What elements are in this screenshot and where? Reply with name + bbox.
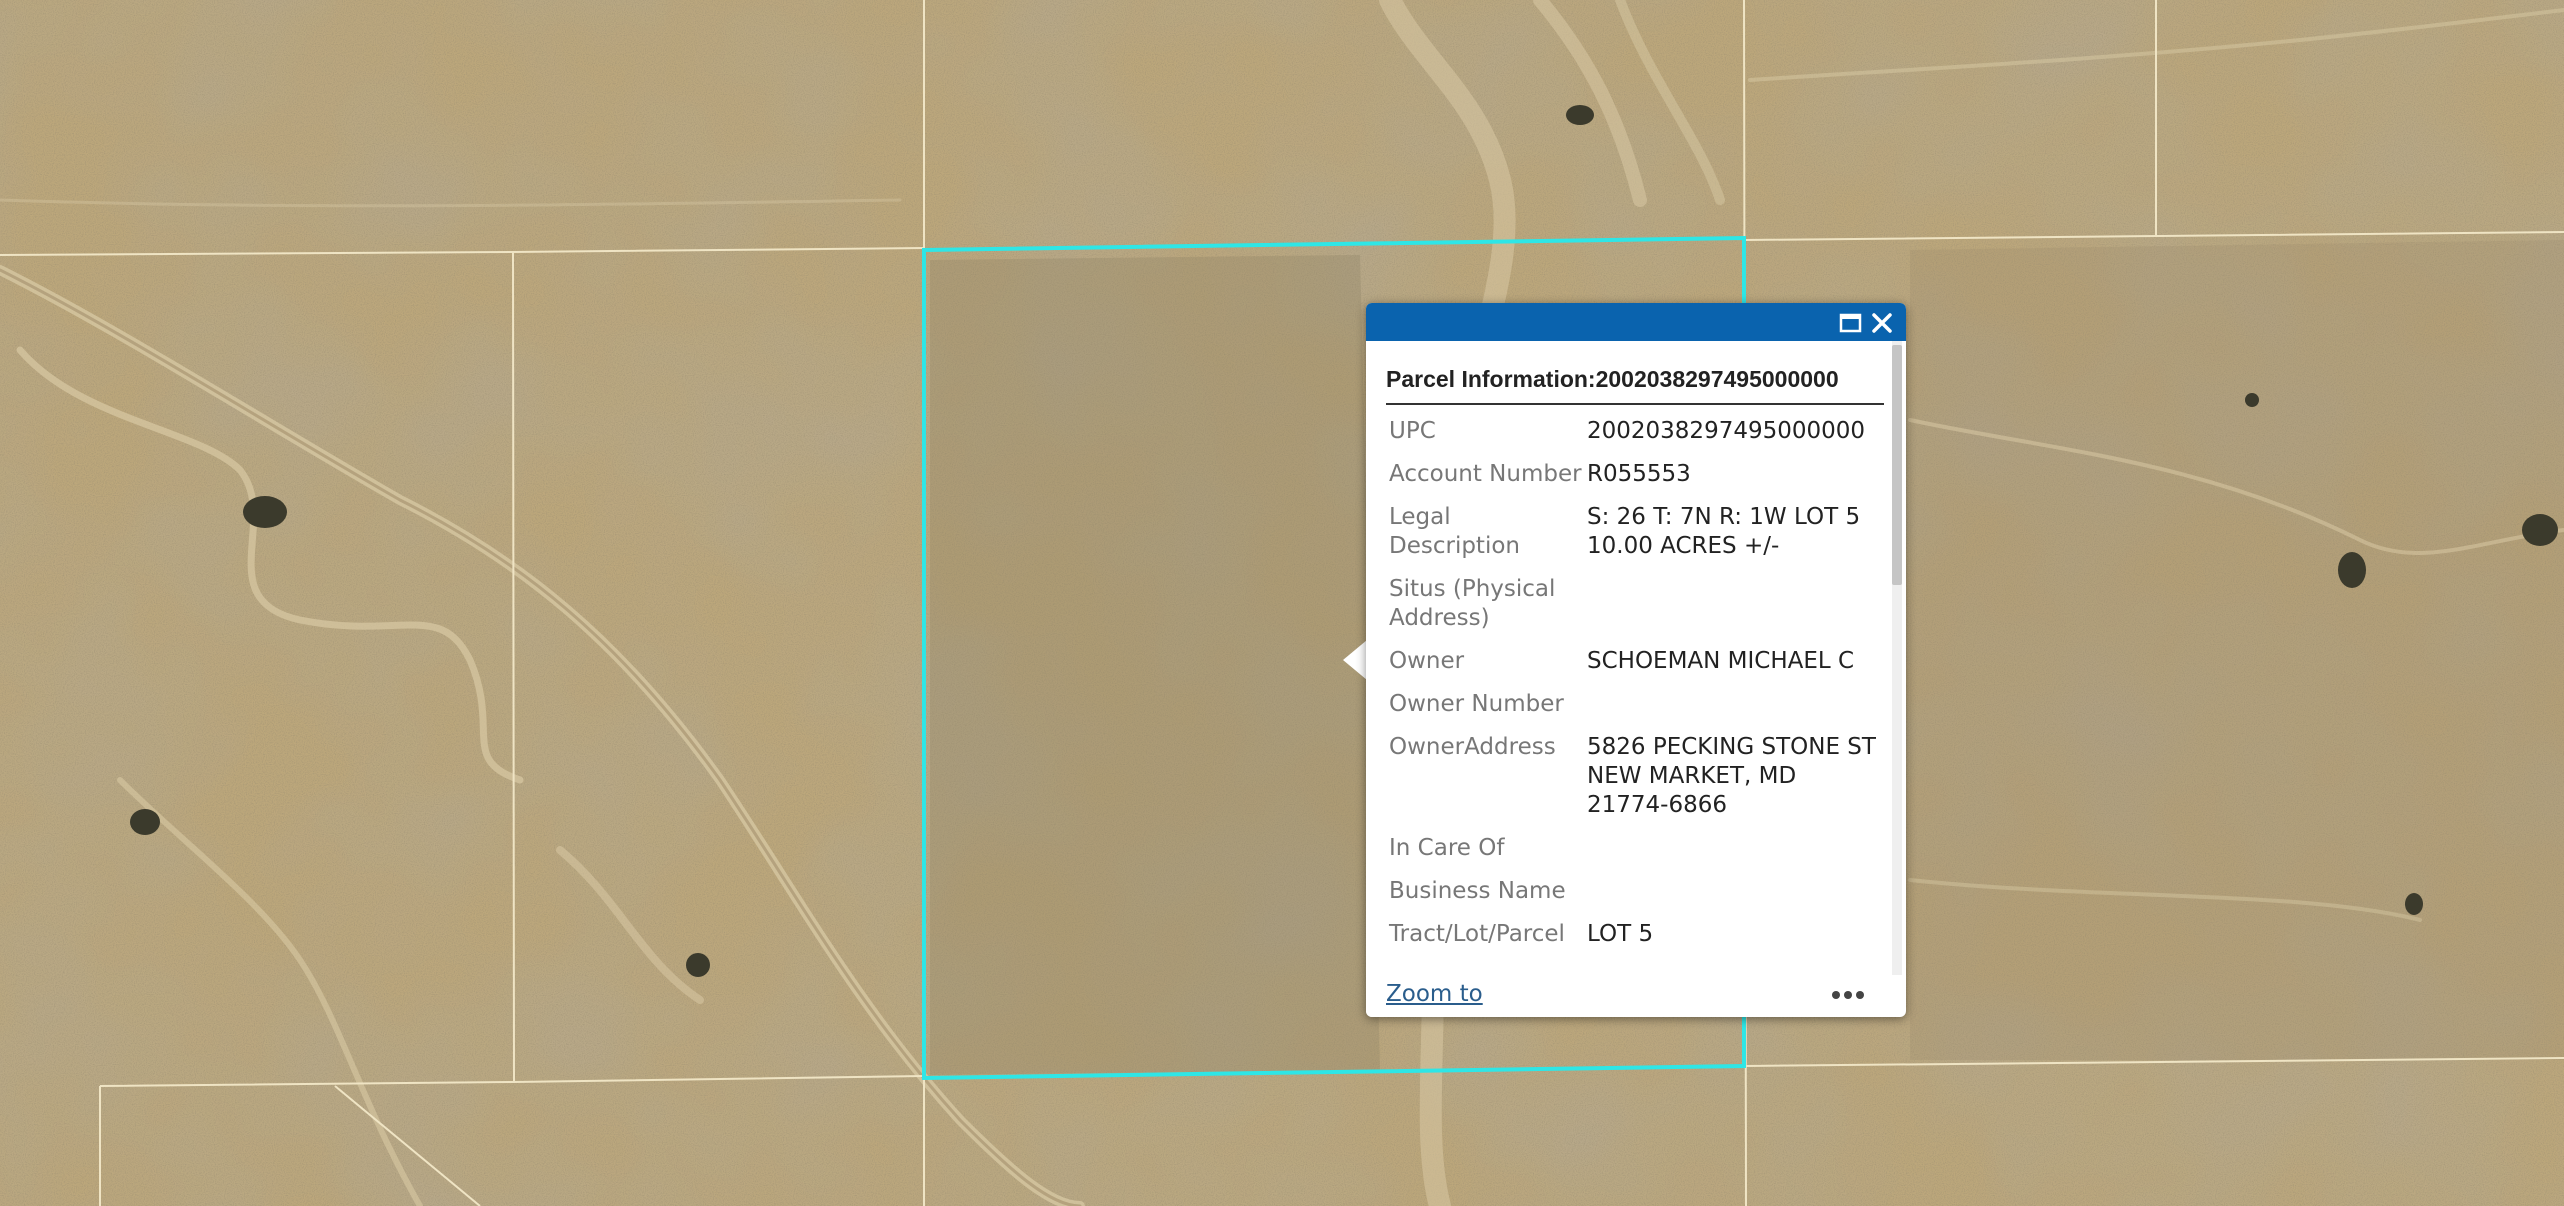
attribute-row: Tract/Lot/Parcel LOT 5 bbox=[1386, 920, 1884, 949]
attribute-label: Tract/Lot/Parcel bbox=[1389, 921, 1565, 947]
darker-patch bbox=[930, 255, 1380, 1075]
attribute-label: Owner Number bbox=[1389, 691, 1564, 717]
attribute-row: Owner SCHOEMAN MICHAEL C bbox=[1386, 647, 1884, 676]
popup-scrollbar-thumb[interactable] bbox=[1892, 345, 1902, 585]
attribute-label: OwnerAddress bbox=[1389, 734, 1556, 760]
attribute-label: Situs (Physical Address) bbox=[1389, 576, 1556, 631]
attribute-value: S: 26 T: 7N R: 1W LOT 5 10.00 ACRES +/- bbox=[1587, 504, 1861, 559]
attribute-row: Business Name bbox=[1386, 877, 1884, 906]
popup-header bbox=[1366, 303, 1906, 341]
attribute-value: 2002038297495000000 bbox=[1587, 418, 1866, 444]
attribute-label: Owner bbox=[1389, 648, 1465, 674]
attribute-value bbox=[1587, 877, 1884, 906]
attribute-label: In Care Of bbox=[1389, 835, 1505, 861]
attribute-label: Legal Description bbox=[1389, 504, 1520, 559]
popup-footer: Zoom to bbox=[1366, 975, 1892, 1017]
attribute-value bbox=[1587, 690, 1884, 719]
more-options-icon[interactable] bbox=[1828, 987, 1868, 1003]
attribute-row: Owner Number bbox=[1386, 690, 1884, 719]
attribute-label: Business Name bbox=[1389, 878, 1566, 904]
attribute-row: Account Number R055553 bbox=[1386, 460, 1884, 489]
maximize-icon[interactable] bbox=[1838, 310, 1864, 336]
attribute-row: OwnerAddress 5826 PECKING STONE ST NEW MA… bbox=[1386, 733, 1884, 820]
attribute-value: LOT 5 bbox=[1587, 921, 1654, 947]
attribute-table: UPC 2002038297495000000 Account Number R055… bbox=[1386, 417, 1884, 959]
attribute-row: UPC 2002038297495000000 bbox=[1386, 417, 1884, 446]
attribute-value: 5826 PECKING STONE ST NEW MARKET, MD 217… bbox=[1587, 734, 1876, 818]
attribute-row: Situs (Physical Address) bbox=[1386, 575, 1884, 633]
attribute-row: In Care Of bbox=[1386, 834, 1884, 863]
close-icon[interactable] bbox=[1869, 310, 1895, 336]
popup-pointer bbox=[1343, 640, 1367, 680]
attribute-label: UPC bbox=[1389, 418, 1436, 444]
darker-patch bbox=[1910, 240, 2564, 1060]
parcel-popup: Parcel Information:2002038297495000000 U… bbox=[1366, 303, 1906, 1017]
attribute-value bbox=[1587, 575, 1884, 633]
attribute-value: SCHOEMAN MICHAEL C bbox=[1587, 648, 1855, 674]
popup-title: Parcel Information:2002038297495000000 bbox=[1386, 363, 1884, 405]
popup-body[interactable]: Parcel Information:2002038297495000000 U… bbox=[1386, 341, 1884, 959]
aerial-map[interactable] bbox=[0, 0, 2564, 1206]
zoom-to-link[interactable]: Zoom to bbox=[1386, 981, 1483, 1007]
attribute-value: R055553 bbox=[1587, 461, 1691, 487]
attribute-row: Legal Description S: 26 T: 7N R: 1W LOT 5… bbox=[1386, 503, 1884, 561]
attribute-value bbox=[1587, 834, 1884, 863]
attribute-label: Account Number bbox=[1389, 461, 1582, 487]
